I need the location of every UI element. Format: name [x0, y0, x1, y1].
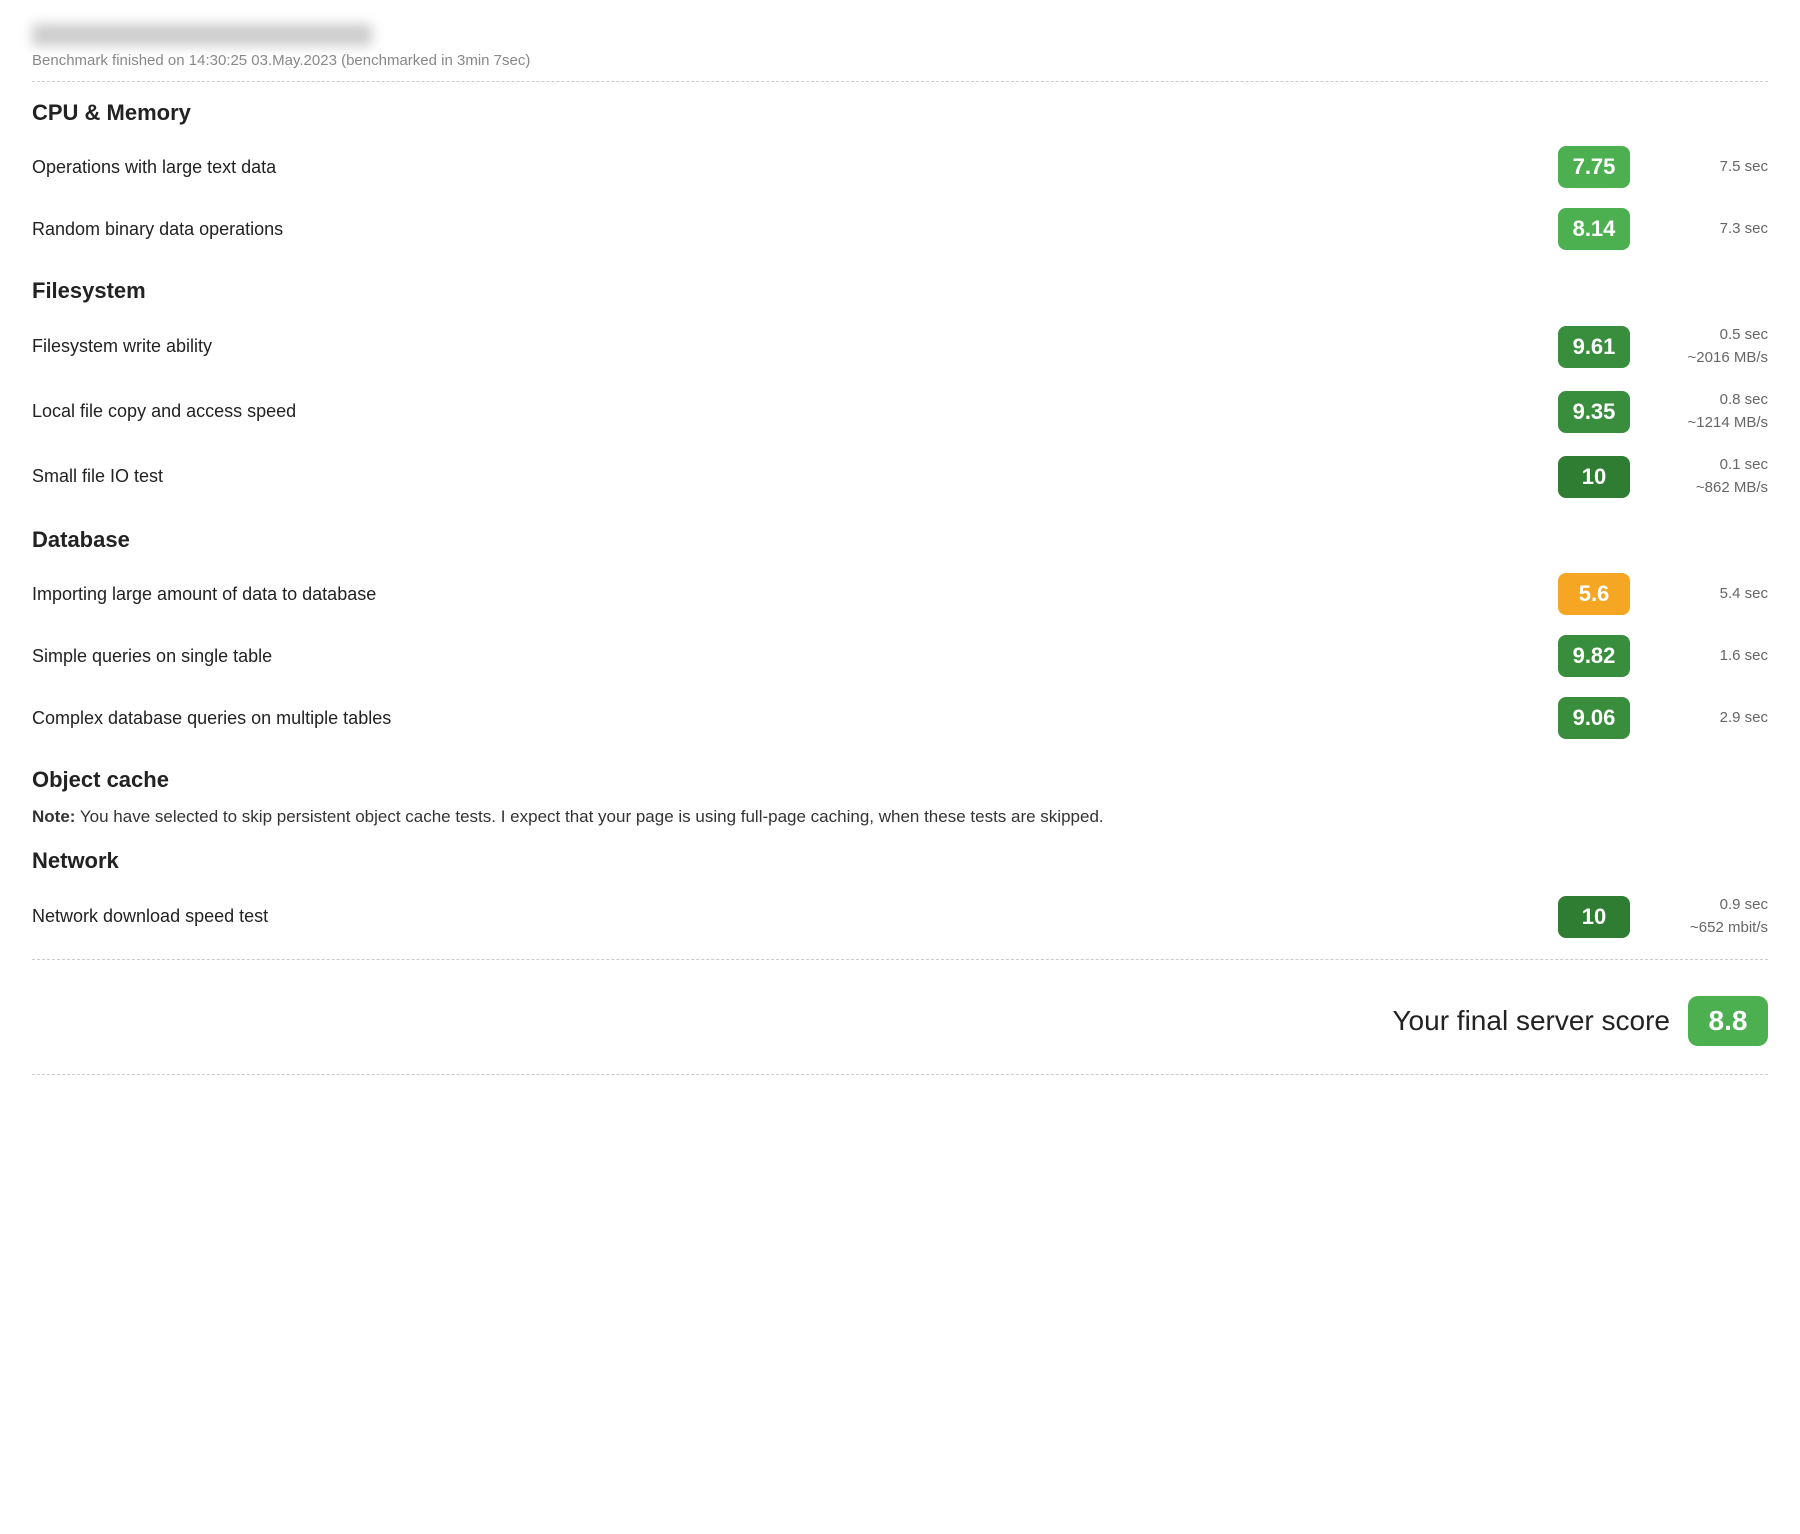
final-score-badge: 8.8 [1688, 996, 1768, 1046]
meta-time: 0.9 sec [1648, 894, 1768, 917]
bench-label: Simple queries on single table [32, 646, 1558, 667]
bench-row: Local file copy and access speed9.35 0.8 … [32, 379, 1768, 444]
score-badge: 9.61 [1558, 326, 1630, 368]
bench-label: Random binary data operations [32, 219, 1558, 240]
bench-label: Small file IO test [32, 466, 1558, 487]
bench-meta: 0.9 sec~652 mbit/s [1648, 894, 1768, 939]
score-badge: 10 [1558, 456, 1630, 498]
meta-speed: ~2016 MB/s [1648, 347, 1768, 370]
bottom-divider [32, 959, 1768, 960]
meta-time: 7.3 sec [1648, 218, 1768, 241]
section-title-network: Network [32, 848, 1768, 874]
score-badge: 10 [1558, 896, 1630, 938]
bench-meta: 0.8 sec~1214 MB/s [1648, 389, 1768, 434]
meta-time: 1.6 sec [1648, 645, 1768, 668]
meta-time: 0.8 sec [1648, 389, 1768, 412]
score-badge: 9.82 [1558, 635, 1630, 677]
meta-time: 0.1 sec [1648, 454, 1768, 477]
bench-meta: 0.1 sec~862 MB/s [1648, 454, 1768, 499]
bench-row: Operations with large text data7.75 7.5 s… [32, 136, 1768, 198]
bench-row: Random binary data operations8.14 7.3 sec [32, 198, 1768, 260]
score-badge: 8.14 [1558, 208, 1630, 250]
bench-row: Simple queries on single table9.82 1.6 se… [32, 625, 1768, 687]
bench-meta: 1.6 sec [1648, 645, 1768, 668]
score-badge: 9.06 [1558, 697, 1630, 739]
meta-speed: ~1214 MB/s [1648, 412, 1768, 435]
score-badge: 9.35 [1558, 391, 1630, 433]
bottom-divider2 [32, 1074, 1768, 1075]
benchmark-meta: Benchmark finished on 14:30:25 03.May.20… [32, 52, 1768, 69]
meta-time: 2.9 sec [1648, 707, 1768, 730]
meta-speed: ~862 MB/s [1648, 477, 1768, 500]
bench-row: Small file IO test10 0.1 sec~862 MB/s [32, 444, 1768, 509]
section-title-database: Database [32, 527, 1768, 553]
meta-time: 7.5 sec [1648, 156, 1768, 179]
final-score-row: Your final server score 8.8 [32, 978, 1768, 1064]
score-badge: 7.75 [1558, 146, 1630, 188]
section-title-filesystem: Filesystem [32, 278, 1768, 304]
bench-meta: 2.9 sec [1648, 707, 1768, 730]
bench-meta: 0.5 sec~2016 MB/s [1648, 324, 1768, 369]
bench-meta: 7.3 sec [1648, 218, 1768, 241]
bench-label: Filesystem write ability [32, 336, 1558, 357]
bench-label: Operations with large text data [32, 157, 1558, 178]
blurred-url [32, 24, 372, 46]
top-divider [32, 81, 1768, 82]
bench-label: Network download speed test [32, 906, 1558, 927]
bench-row: Complex database queries on multiple tab… [32, 687, 1768, 749]
meta-time: 0.5 sec [1648, 324, 1768, 347]
sections-container: CPU & Memory Operations with large text d… [32, 100, 1768, 949]
bench-row: Network download speed test10 0.9 sec~652… [32, 884, 1768, 949]
section-title-object-cache: Object cache [32, 767, 1768, 793]
meta-time: 5.4 sec [1648, 583, 1768, 606]
bench-label: Importing large amount of data to databa… [32, 584, 1558, 605]
bench-row: Filesystem write ability9.61 0.5 sec~2016… [32, 314, 1768, 379]
final-score-label: Your final server score [1392, 1005, 1670, 1037]
bench-meta: 7.5 sec [1648, 156, 1768, 179]
meta-speed: ~652 mbit/s [1648, 917, 1768, 940]
section-title-cpu-memory: CPU & Memory [32, 100, 1768, 126]
note-object-cache: Note: You have selected to skip persiste… [32, 803, 1132, 830]
bench-label: Complex database queries on multiple tab… [32, 708, 1558, 729]
score-badge: 5.6 [1558, 573, 1630, 615]
bench-meta: 5.4 sec [1648, 583, 1768, 606]
bench-row: Importing large amount of data to databa… [32, 563, 1768, 625]
bench-label: Local file copy and access speed [32, 401, 1558, 422]
